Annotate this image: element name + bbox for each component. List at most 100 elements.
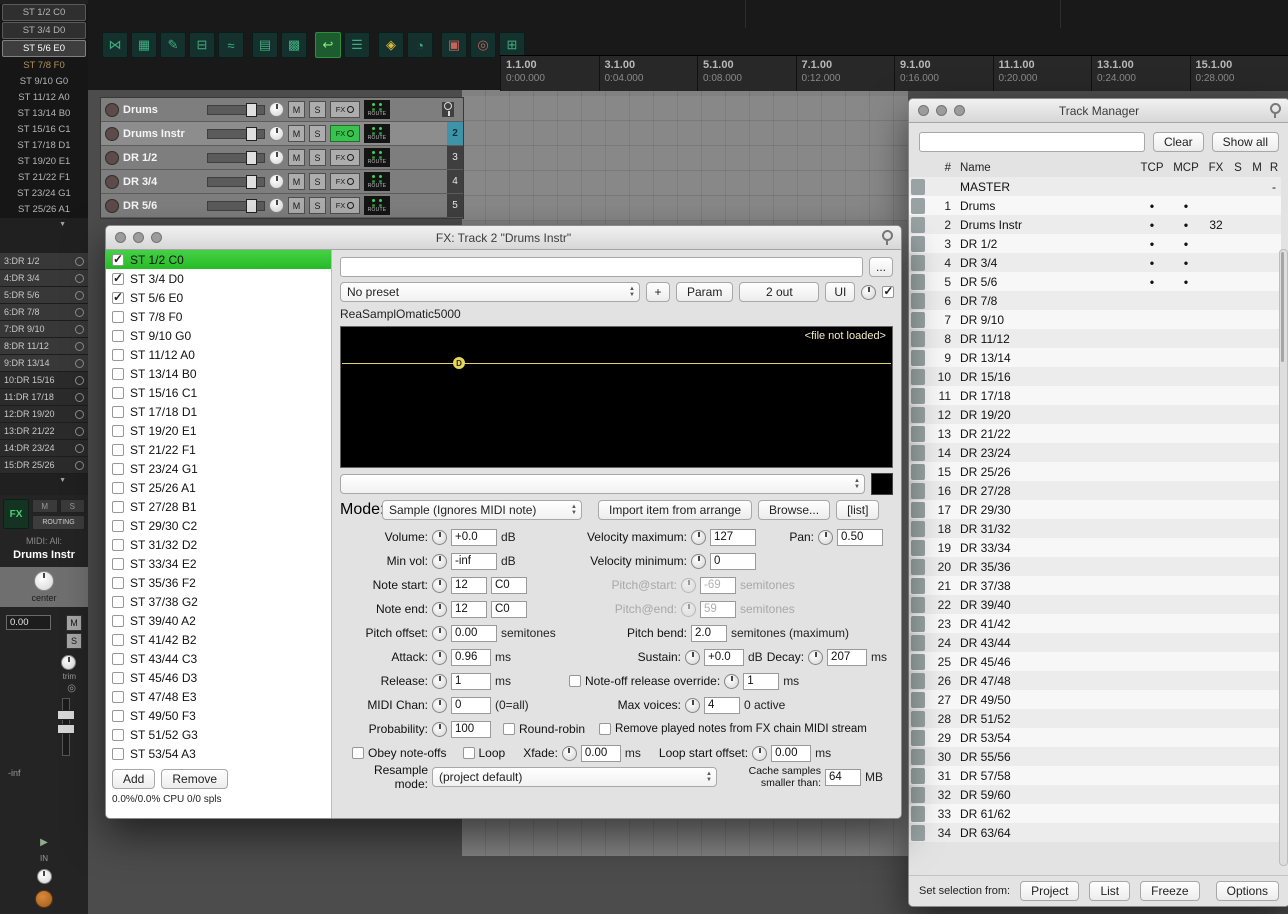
dr-track-item[interactable]: 11:DR 17/18 (0, 389, 88, 406)
tm-row-name[interactable]: DR 37/38 (956, 579, 1135, 593)
dr-track-item[interactable]: 9:DR 13/14 (0, 355, 88, 372)
input-label[interactable]: IN (40, 854, 48, 863)
tm-cell-tcp[interactable]: • (1135, 237, 1169, 251)
track-pan-knob[interactable] (269, 198, 284, 213)
note-start-value[interactable]: 12 (451, 576, 487, 594)
fader-handle[interactable] (246, 150, 257, 165)
sample-track-item[interactable]: ST 23/24 G1 (2, 186, 86, 201)
attack-knob[interactable] (432, 649, 447, 665)
record-arm-button[interactable] (105, 102, 119, 117)
fx-chain-item[interactable]: ST 15/16 C1 (106, 383, 331, 402)
track-color-swatch[interactable] (909, 729, 927, 746)
track-color-swatch[interactable] (909, 311, 927, 328)
track-route-button[interactable]: ROUTE (364, 172, 390, 191)
track-fx-button[interactable]: FX (330, 101, 360, 118)
import-item-button[interactable]: Import item from arrange (598, 500, 753, 520)
table-row[interactable]: 4 DR 3/4 • • (909, 253, 1281, 272)
track-color-swatch[interactable] (909, 330, 927, 347)
volume-value[interactable]: +0.0 (451, 528, 497, 546)
loop-start-value[interactable]: 0.00 (771, 744, 812, 762)
column-tcp[interactable]: TCP (1135, 162, 1169, 174)
tm-row-name[interactable]: Drums (956, 199, 1135, 213)
save-preset-button[interactable]: + (646, 282, 670, 302)
dr-track-item[interactable]: 15:DR 25/26 (0, 457, 88, 474)
tm-row-name[interactable]: DR 3/4 (956, 256, 1135, 270)
toolbar-icon[interactable]: ◔ (407, 32, 433, 58)
track-volume-fader[interactable] (207, 150, 265, 165)
fx-chain-item[interactable]: ST 53/54 A3 (106, 744, 331, 763)
track-volume-fader[interactable] (207, 126, 265, 141)
loop-checkbox[interactable] (462, 747, 475, 759)
max-voices-knob[interactable] (685, 697, 700, 713)
track-manager-titlebar[interactable]: Track Manager (909, 99, 1288, 123)
track-fx-button[interactable]: FX (330, 173, 360, 190)
decay-knob[interactable] (808, 649, 824, 665)
table-row[interactable]: 6 DR 7/8 (909, 291, 1281, 310)
knob-icon[interactable] (75, 409, 84, 419)
toolbar-icon[interactable]: ↩ (315, 32, 341, 58)
mixer-volume-fader[interactable] (0, 698, 88, 756)
freeze-button[interactable]: Freeze (1140, 881, 1200, 901)
table-row[interactable]: 3 DR 1/2 • • (909, 234, 1281, 253)
tm-row-name[interactable]: DR 31/32 (956, 522, 1135, 536)
fx-enable-checkbox[interactable] (112, 481, 124, 494)
tm-row-name[interactable]: DR 51/52 (956, 712, 1135, 726)
track-pan-knob[interactable] (269, 102, 284, 117)
sample-waveform-display[interactable]: <file not loaded> D (340, 326, 893, 468)
fx-enable-checkbox[interactable] (112, 652, 124, 665)
track-color-swatch[interactable] (909, 805, 927, 822)
tm-row-name[interactable]: DR 5/6 (956, 275, 1135, 289)
table-row[interactable]: 19 DR 33/34 (909, 538, 1281, 557)
track-mute-button[interactable]: M (288, 125, 305, 142)
fx-chain-item[interactable]: ST 7/8 F0 (106, 307, 331, 326)
track-row[interactable]: DR 1/2 M S FX ROUTE 3 (101, 146, 463, 170)
table-row[interactable]: 23 DR 41/42 (909, 614, 1281, 633)
track-color-swatch[interactable] (909, 615, 927, 632)
loop-start-knob[interactable] (752, 745, 768, 761)
set-selection-project-button[interactable]: Project (1020, 881, 1080, 901)
sustain-knob[interactable] (685, 649, 700, 665)
table-row[interactable]: 28 DR 51/52 (909, 709, 1281, 728)
tm-row-name[interactable]: DR 7/8 (956, 294, 1135, 308)
track-color-swatch[interactable] (909, 767, 927, 784)
record-arm-button[interactable] (105, 126, 119, 141)
track-color-swatch[interactable] (909, 786, 927, 803)
table-row[interactable]: 7 DR 9/10 (909, 310, 1281, 329)
toolbar-icon[interactable]: ▤ (252, 32, 278, 58)
phase-icon[interactable]: ◎ (67, 683, 76, 694)
table-row[interactable]: 30 DR 55/56 (909, 747, 1281, 766)
mixer-solo-button[interactable]: S (66, 633, 82, 649)
fx-chain-item[interactable]: ST 23/24 G1 (106, 459, 331, 478)
pin-icon[interactable] (880, 230, 893, 245)
track-name[interactable]: Drums Instr (123, 128, 203, 140)
table-row[interactable]: 21 DR 37/38 (909, 576, 1281, 595)
tm-cell-tcp[interactable]: • (1135, 256, 1169, 270)
track-color-swatch[interactable] (909, 425, 927, 442)
fx-enable-checkbox[interactable] (112, 538, 124, 551)
tm-cell-mcp[interactable]: • (1169, 199, 1203, 213)
fx-enable-checkbox[interactable] (112, 443, 124, 456)
fx-chain-item[interactable]: ST 41/42 B2 (106, 630, 331, 649)
fx-enable-checkbox[interactable] (112, 290, 124, 304)
input-gain-knob[interactable] (36, 869, 52, 884)
track-color-swatch[interactable] (909, 406, 927, 423)
fx-enable-checkbox[interactable] (112, 709, 124, 722)
max-voices-value[interactable]: 4 (704, 696, 740, 714)
dr-track-item[interactable]: 6:DR 7/8 (0, 304, 88, 321)
track-color-swatch[interactable] (909, 577, 927, 594)
track-color-swatch[interactable] (909, 558, 927, 575)
fx-chain-item[interactable]: ST 33/34 E2 (106, 554, 331, 573)
knob-icon[interactable] (75, 256, 84, 266)
gain-line[interactable] (342, 363, 891, 364)
tm-row-name[interactable]: DR 41/42 (956, 617, 1135, 631)
fx-enable-checkbox[interactable] (112, 671, 124, 684)
table-row[interactable]: 5 DR 5/6 • • (909, 272, 1281, 291)
toolbar-icon[interactable]: ◎ (470, 32, 496, 58)
track-color-swatch[interactable] (909, 444, 927, 461)
track-solo-button[interactable]: S (309, 125, 326, 142)
sample-track-item[interactable]: ST 1/2 C0 (2, 4, 86, 21)
resample-mode-combo[interactable]: (project default) ▲ ▼ (432, 767, 717, 787)
fx-enable-checkbox[interactable] (112, 329, 124, 342)
param-button[interactable]: Param (676, 282, 734, 302)
table-row[interactable]: 24 DR 43/44 (909, 633, 1281, 652)
